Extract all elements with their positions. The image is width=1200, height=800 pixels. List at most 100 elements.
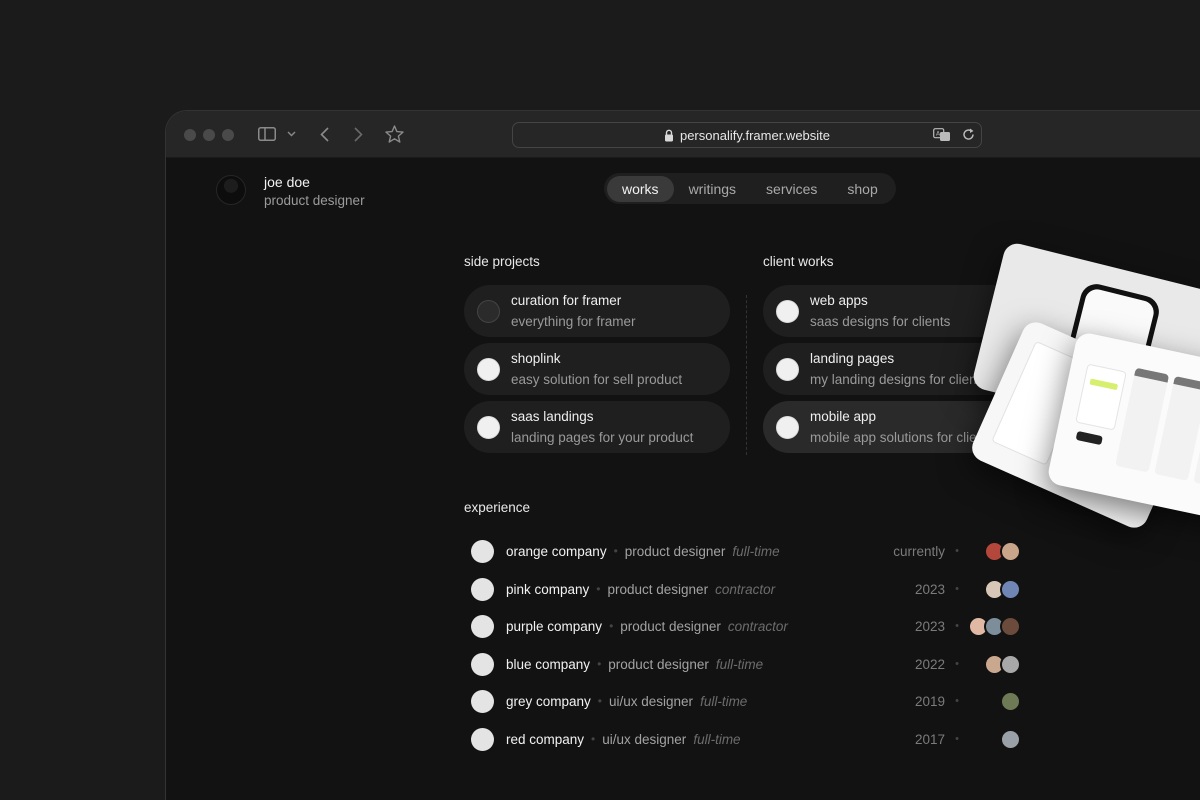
project-subtitle: easy solution for sell product (511, 372, 683, 387)
employment-type: full-time (715, 656, 764, 672)
experience-year: 2023 (914, 618, 945, 634)
experience-row[interactable]: red company • ui/ux designer full-time 2017 • (471, 727, 1021, 751)
nav-shop[interactable]: shop (832, 176, 892, 202)
project-thumbnail (477, 357, 500, 381)
experience-row[interactable]: grey company • ui/ux designer full-time 2019… (471, 689, 1021, 713)
company-logo (471, 689, 494, 713)
company-name: blue company (506, 656, 591, 672)
back-arrow-icon[interactable] (316, 123, 332, 145)
bookmark-star-icon[interactable] (384, 123, 404, 145)
company-logo (471, 727, 494, 751)
forward-arrow-icon[interactable] (350, 123, 366, 145)
project-subtitle: landing pages for your product (511, 430, 694, 445)
job-role: ui/ux designer (609, 693, 694, 709)
avatar[interactable] (216, 175, 246, 205)
company-name: pink company (506, 581, 590, 597)
colleague-avatar[interactable] (1000, 615, 1021, 637)
client-work-thumbnail (776, 299, 799, 323)
client-work-subtitle: mobile app solutions for clients (810, 430, 995, 445)
experience-title: experience (464, 500, 531, 515)
experience-row[interactable]: purple company • product designer contracto… (471, 614, 1021, 638)
sidebar-toggle-icon[interactable] (256, 123, 278, 145)
profile-name: joe doe (264, 174, 310, 190)
project-title: saas landings (511, 409, 594, 424)
client-works-title: client works (763, 254, 834, 269)
job-role: product designer (624, 543, 726, 559)
experience-year: 2023 (914, 581, 945, 597)
separator-dot: • (596, 582, 601, 596)
colleague-avatar[interactable] (1000, 653, 1021, 675)
chevron-down-icon[interactable] (285, 123, 297, 145)
client-work-subtitle: saas designs for clients (810, 314, 951, 329)
experience-year: 2022 (914, 656, 945, 672)
colleague-avatars (1000, 690, 1021, 712)
browser-toolbar: personalify.framer.website A (166, 111, 1200, 158)
experience-row[interactable]: pink company • product designer contractor 2… (471, 577, 1021, 601)
client-work-title: mobile app (810, 409, 877, 424)
separator-dot: • (597, 657, 602, 671)
nav-works[interactable]: works (607, 175, 674, 202)
main-nav: works writings services shop (604, 173, 896, 204)
separator-dot: • (609, 619, 614, 633)
employment-type: full-time (732, 543, 780, 559)
project-subtitle: everything for framer (511, 314, 636, 329)
company-logo (471, 614, 494, 638)
side-projects-title: side projects (464, 254, 540, 269)
separator-dot: • (955, 583, 959, 595)
company-logo (471, 539, 494, 563)
employment-type: contractor (727, 618, 788, 634)
client-work-subtitle: my landing designs for clients (810, 372, 988, 387)
profile-role: product designer (264, 193, 365, 208)
client-work-title: landing pages (810, 351, 895, 366)
colleague-avatar[interactable] (1000, 690, 1021, 712)
client-work-thumbnail (776, 357, 799, 381)
close-window-button[interactable] (184, 129, 196, 141)
employment-type: contractor (715, 581, 776, 597)
colleague-avatar[interactable] (1000, 578, 1021, 600)
colleague-avatar[interactable] (1000, 540, 1021, 562)
project-title: shoplink (511, 351, 561, 366)
job-role: product designer (608, 656, 709, 672)
employment-type: full-time (700, 693, 748, 709)
colleague-avatars (968, 615, 1021, 637)
nav-writings[interactable]: writings (674, 176, 751, 202)
client-work-thumbnail (776, 415, 799, 439)
company-name: red company (506, 731, 585, 747)
separator-dot: • (955, 733, 959, 745)
reload-icon[interactable] (962, 128, 975, 141)
project-card[interactable]: saas landings landing pages for your pro… (464, 401, 730, 453)
separator-dot: • (955, 695, 959, 707)
job-role: product designer (620, 618, 721, 634)
experience-year: 2019 (914, 693, 945, 709)
profile-header: joe doe product designer (216, 173, 365, 211)
translate-icon[interactable]: A (933, 128, 951, 142)
company-logo (471, 652, 494, 676)
colleague-avatars (984, 540, 1021, 562)
separator-dot: • (955, 545, 959, 557)
experience-year: currently (893, 543, 945, 559)
experience-row[interactable]: orange company • product designer full-time… (471, 539, 1021, 563)
colleague-avatar[interactable] (1000, 728, 1021, 750)
separator-dot: • (955, 658, 959, 670)
colleague-avatars (984, 653, 1021, 675)
job-role: ui/ux designer (602, 731, 687, 747)
project-thumbnail (477, 299, 500, 323)
project-card[interactable]: shoplink easy solution for sell product (464, 343, 730, 395)
company-name: grey company (506, 693, 591, 709)
minimize-window-button[interactable] (203, 129, 215, 141)
company-name: purple company (506, 618, 603, 634)
employment-type: full-time (693, 731, 741, 747)
column-divider (746, 295, 747, 455)
experience-row[interactable]: blue company • product designer full-time 20… (471, 652, 1021, 676)
separator-dot: • (591, 732, 596, 746)
lock-icon (664, 129, 674, 142)
separator-dot: • (955, 620, 959, 632)
project-card[interactable]: curation for framer everything for frame… (464, 285, 730, 337)
separator-dot: • (597, 694, 602, 708)
maximize-window-button[interactable] (222, 129, 234, 141)
project-thumbnail (477, 415, 500, 439)
nav-services[interactable]: services (751, 176, 832, 202)
experience-year: 2017 (914, 731, 945, 747)
address-bar[interactable]: personalify.framer.website A (512, 122, 982, 148)
colleague-avatars (984, 578, 1021, 600)
